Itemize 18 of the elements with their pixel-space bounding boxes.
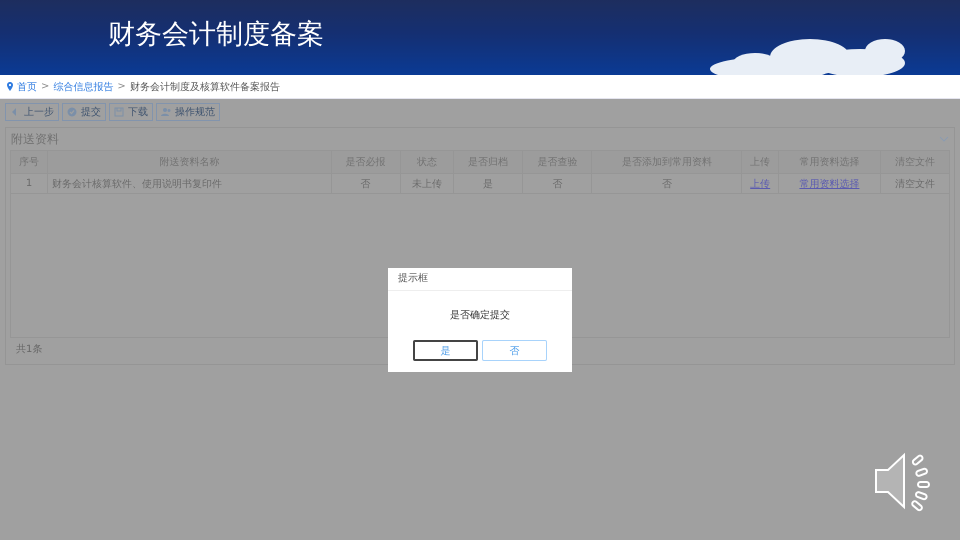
breadcrumb-current: 财务会计制度及核算软件备案报告 <box>130 80 280 94</box>
dialog-message: 是否确定提交 <box>449 308 511 322</box>
dialog-title: 提示框 <box>388 268 572 291</box>
dialog-button[interactable]: 否 <box>482 340 547 361</box>
banner-title: 财务会计制度备案 <box>108 18 324 52</box>
toolbar-button[interactable]: 上一步 <box>5 103 59 121</box>
breadcrumb-link[interactable]: 综合信息报告 <box>53 80 114 94</box>
toolbar-button[interactable]: 下载 <box>109 103 153 121</box>
total-count: 共1条 <box>16 342 42 356</box>
location-pin-icon <box>7 82 13 91</box>
breadcrumb-separator: > <box>117 81 126 92</box>
people-icon <box>161 107 171 117</box>
check-circle-icon <box>67 107 77 117</box>
dialog-button[interactable]: 是 <box>413 340 478 361</box>
breadcrumb-link[interactable]: 首页 <box>17 80 37 94</box>
toolbar-button[interactable]: 提交 <box>62 103 106 121</box>
breadcrumb-separator: > <box>41 81 50 92</box>
toolbar-button[interactable]: 操作规范 <box>156 103 220 121</box>
